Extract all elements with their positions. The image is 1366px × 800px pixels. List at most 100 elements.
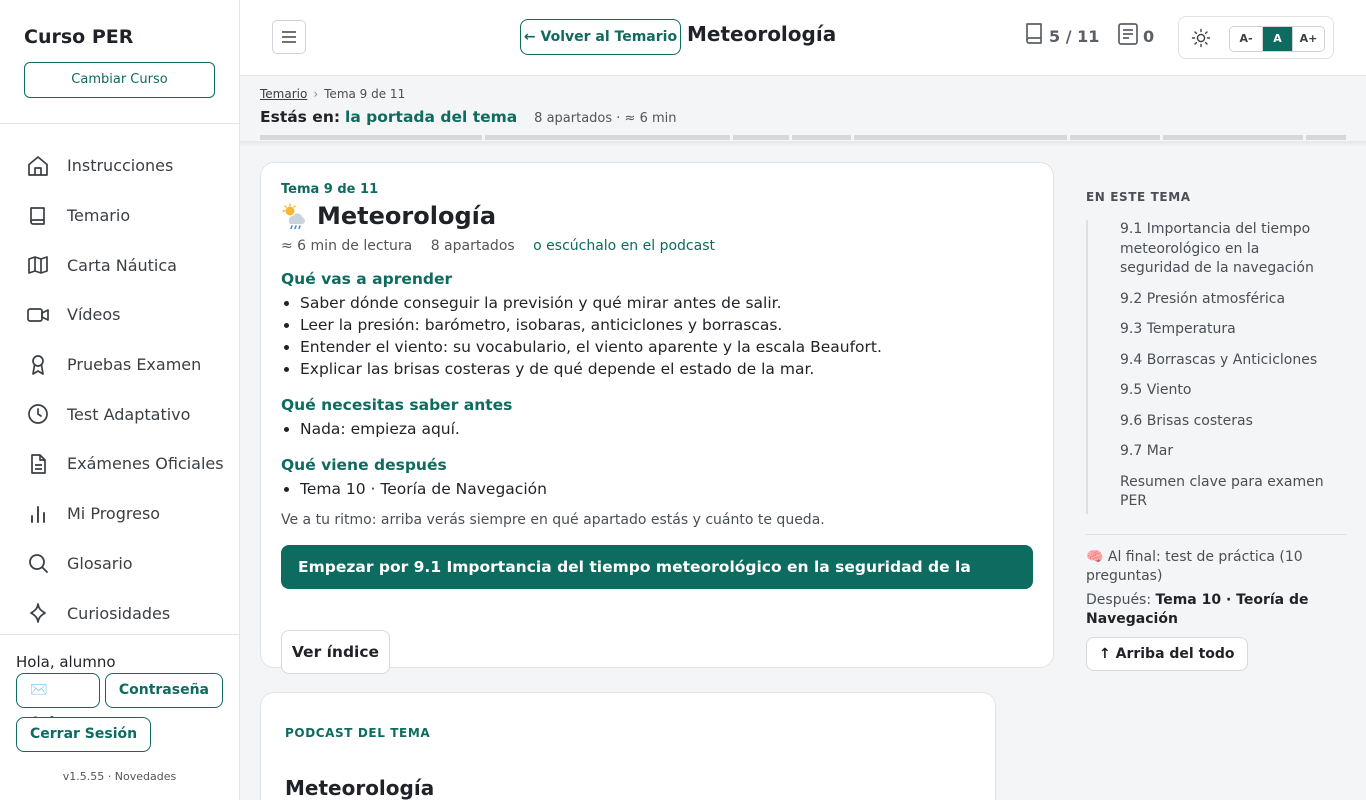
location-label: Estás en: xyxy=(260,108,341,126)
version-link[interactable]: v1.5.55 · Novedades xyxy=(0,770,239,783)
section-count: 8 apartados xyxy=(430,238,515,254)
toc-item[interactable]: 9.3 Temperatura xyxy=(1120,320,1332,351)
next-list: Tema 10 · Teoría de Navegación xyxy=(281,478,1033,500)
breadcrumb: Temario › Tema 9 de 11 xyxy=(260,87,405,101)
next-topic-label: Después: xyxy=(1086,591,1152,608)
sidebar-item-examenes-oficiales[interactable]: Exámenes Oficiales xyxy=(0,439,239,489)
notes-icon xyxy=(1118,23,1138,45)
scroll-top-button[interactable]: ↑ Arriba del todo xyxy=(1086,636,1248,671)
sidebar-item-videos[interactable]: Vídeos xyxy=(0,290,239,340)
sidebar: Curso PER Cambiar Curso Instrucciones Te… xyxy=(0,0,240,800)
sidebar-item-curiosidades[interactable]: Curiosidades xyxy=(0,588,239,638)
view-index-button[interactable]: Ver índice xyxy=(281,630,390,674)
toc-item[interactable]: 9.7 Mar xyxy=(1120,442,1332,473)
podcast-title: Meteorología xyxy=(285,776,435,800)
toc-list: 9.1 Importancia del tiempo meteorológico… xyxy=(1086,220,1346,514)
sidebar-item-test-adaptativo[interactable]: Test Adaptativo xyxy=(0,389,239,439)
sidebar-item-label: Pruebas Examen xyxy=(67,355,202,375)
font-size-selector: A- A A+ xyxy=(1229,26,1325,52)
progress-segment[interactable] xyxy=(854,135,1068,140)
font-size-large-button[interactable]: A+ xyxy=(1292,27,1324,51)
topic-overview-card: Tema 9 de 11 Meteorología ≈ 6 min de lec… xyxy=(260,162,1054,674)
home-icon xyxy=(28,155,48,176)
sidebar-item-pruebas-examen[interactable]: Pruebas Examen xyxy=(0,340,239,390)
sparkle-icon xyxy=(30,603,46,623)
sidebar-item-glosario[interactable]: Glosario xyxy=(0,539,239,589)
toc-divider xyxy=(1086,533,1346,535)
toc-item[interactable]: 9.1 Importancia del tiempo meteorológico… xyxy=(1120,220,1332,290)
read-time: ≈ 6 min de lectura xyxy=(281,238,413,254)
list-item: Explicar las brisas costeras y de qué de… xyxy=(300,358,1033,380)
progress-segment[interactable] xyxy=(733,135,789,140)
toc-item[interactable]: 9.4 Borrascas y Anticiclones xyxy=(1120,351,1332,382)
progress-segment[interactable] xyxy=(1070,135,1160,140)
sidebar-item-carta-nautica[interactable]: Carta Náutica xyxy=(0,240,239,290)
toc-item[interactable]: 9.6 Brisas costeras xyxy=(1120,412,1332,443)
notices-button[interactable]: ✉️ Avisos xyxy=(16,673,100,731)
sidebar-item-label: Glosario xyxy=(67,553,133,573)
sidebar-item-label: Exámenes Oficiales xyxy=(67,454,224,474)
toc-item[interactable]: 9.2 Presión atmosférica xyxy=(1120,290,1332,321)
display-settings: A- A A+ xyxy=(1178,16,1334,59)
start-section-button[interactable]: Empezar por 9.1 Importancia del tiempo m… xyxy=(281,545,1033,620)
progress-segment[interactable] xyxy=(1162,135,1304,140)
video-icon xyxy=(27,308,49,322)
toc-item[interactable]: 9.5 Viento xyxy=(1120,381,1332,412)
font-size-small-button[interactable]: A- xyxy=(1230,27,1262,51)
hamburger-icon xyxy=(282,31,296,43)
sidebar-nav: Instrucciones Temario Carta Náutica Víde… xyxy=(0,124,239,638)
sidebar-item-label: Curiosidades xyxy=(67,603,171,623)
podcast-link[interactable]: o escúchalo en el podcast xyxy=(533,238,715,254)
progress-segment[interactable] xyxy=(260,135,483,140)
theme-toggle-icon[interactable] xyxy=(1191,28,1211,48)
topic-toc: EN ESTE TEMA 9.1 Importancia del tiempo … xyxy=(1086,190,1346,671)
list-item: Saber dónde conseguir la previsión y qué… xyxy=(300,292,1033,314)
logout-button[interactable]: Cerrar Sesión xyxy=(16,717,152,752)
context-bar-shadow xyxy=(240,141,1366,147)
prereq-list: Nada: empieza aquí. xyxy=(281,418,1033,440)
topic-title-text: Meteorología xyxy=(317,202,497,230)
sidebar-header: Curso PER Cambiar Curso xyxy=(0,0,239,124)
topbar: ← Volver al Temario Meteorología 5 / 11 … xyxy=(240,0,1366,76)
topics-progress[interactable]: 5 / 11 xyxy=(1023,22,1099,46)
page-title: Meteorología xyxy=(687,22,837,46)
sidebar-item-temario[interactable]: Temario xyxy=(0,191,239,241)
sidebar-item-instrucciones[interactable]: Instrucciones xyxy=(0,141,239,191)
book-icon xyxy=(1026,23,1042,44)
breadcrumb-temario[interactable]: Temario xyxy=(260,87,307,101)
final-test-note: 🧠 Al final: test de práctica (10 pregunt… xyxy=(1086,548,1303,585)
change-course-button[interactable]: Cambiar Curso xyxy=(24,62,215,98)
menu-button[interactable] xyxy=(272,20,306,54)
list-item: Tema 10 · Teoría de Navegación xyxy=(300,478,1033,500)
sidebar-item-mi-progreso[interactable]: Mi Progreso xyxy=(0,489,239,539)
list-item: Leer la presión: barómetro, isobaras, an… xyxy=(300,314,1033,336)
list-item: Nada: empieza aquí. xyxy=(300,418,1033,440)
sidebar-item-label: Carta Náutica xyxy=(67,255,177,275)
weather-icon xyxy=(282,203,305,229)
sidebar-item-label: Vídeos xyxy=(67,305,121,325)
progress-segment[interactable] xyxy=(791,135,852,140)
notes-count[interactable]: 0 xyxy=(1117,22,1154,46)
sidebar-item-label: Temario xyxy=(67,206,131,226)
learn-heading: Qué vas a aprender xyxy=(281,270,453,288)
back-to-syllabus-button[interactable]: ← Volver al Temario xyxy=(520,19,681,55)
password-button[interactable]: Contraseña xyxy=(104,673,223,708)
topic-title: Meteorología xyxy=(281,202,1033,230)
breadcrumb-separator: › xyxy=(313,87,319,101)
sidebar-item-label: Instrucciones xyxy=(67,156,174,176)
location-value: la portada del tema xyxy=(345,108,518,126)
prereq-heading: Qué necesitas saber antes xyxy=(281,396,513,414)
breadcrumb-current: Tema 9 de 11 xyxy=(324,87,406,101)
toc-item[interactable]: Resumen clave para examen PER xyxy=(1120,473,1332,514)
award-icon xyxy=(32,354,44,375)
progress-segment[interactable] xyxy=(485,135,731,140)
sidebar-item-label: Test Adaptativo xyxy=(67,404,191,424)
font-size-normal-button[interactable]: A xyxy=(1262,27,1292,51)
list-item: Entender el viento: su vocabulario, el v… xyxy=(300,336,1033,358)
map-icon xyxy=(28,256,48,275)
toc-heading: EN ESTE TEMA xyxy=(1086,190,1191,204)
document-icon xyxy=(31,454,46,474)
progress-segment[interactable] xyxy=(1306,135,1347,140)
sidebar-item-label: Mi Progreso xyxy=(67,504,161,524)
course-title: Curso PER xyxy=(24,26,134,48)
